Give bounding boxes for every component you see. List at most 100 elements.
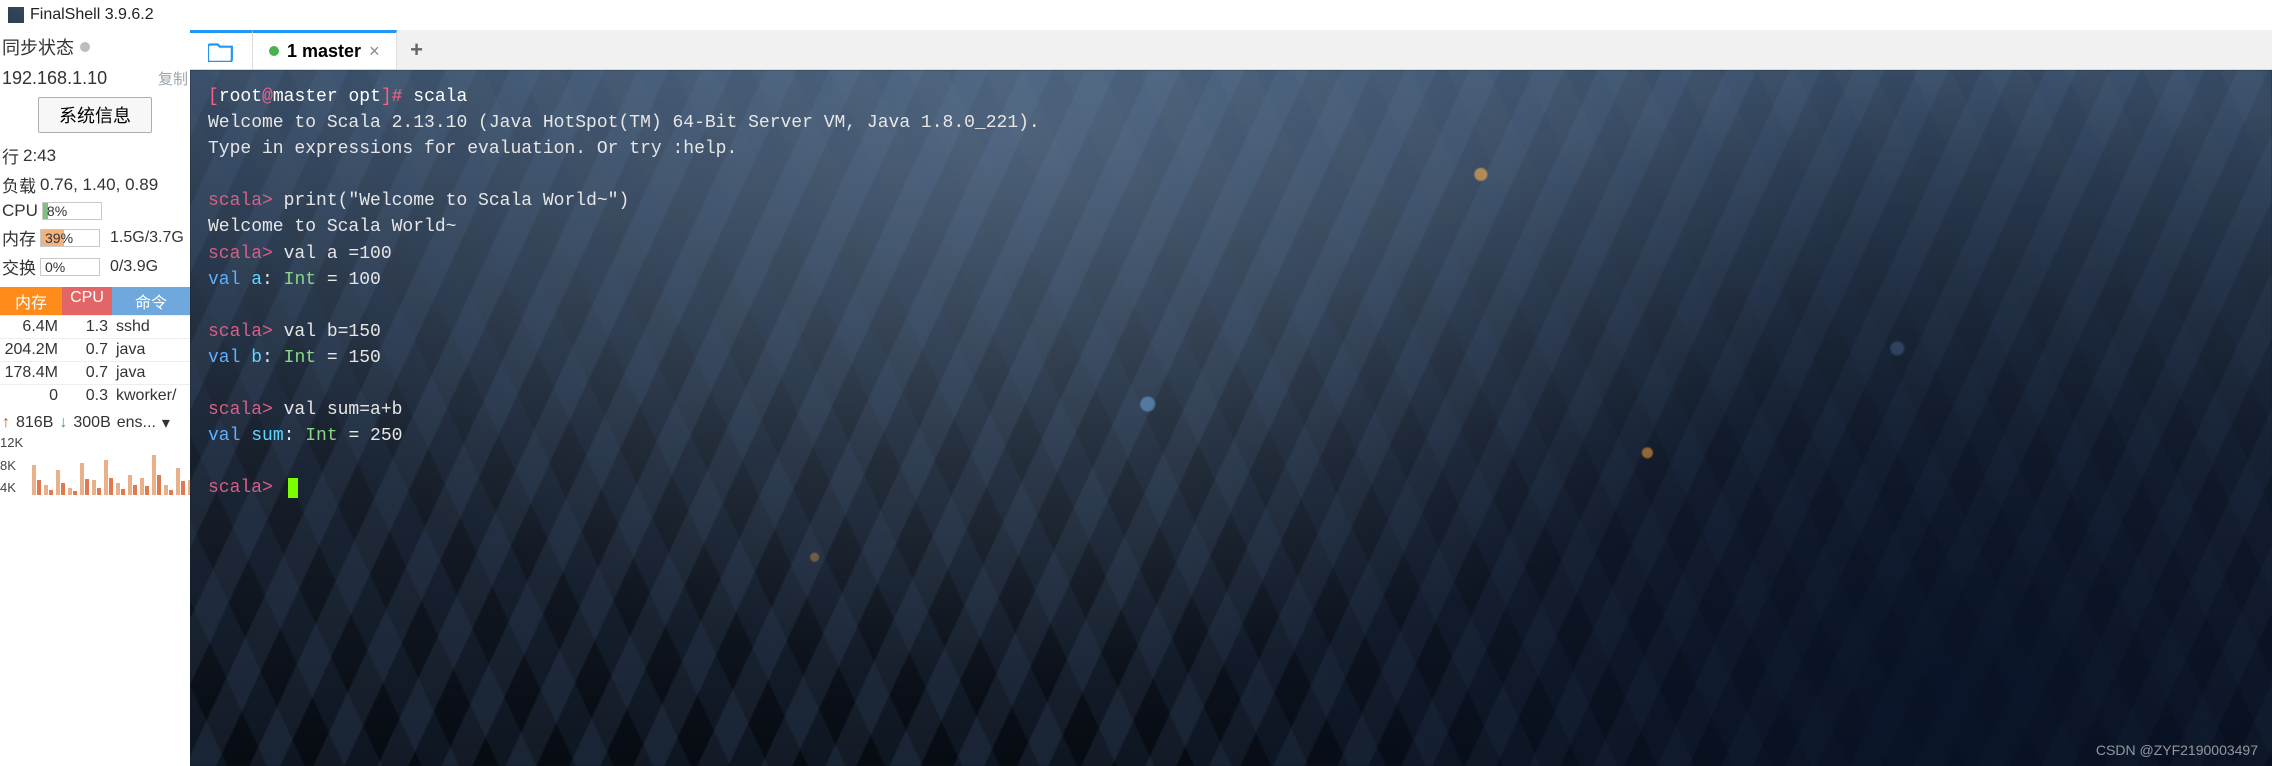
var-b: b <box>251 348 262 368</box>
sidebar: 同步状态 192.168.1.10 复制 系统信息 行 2:43 负载 0.76… <box>0 30 190 766</box>
var-a: a <box>251 270 262 290</box>
kw-val: val <box>208 270 240 290</box>
terminal[interactable]: [root@master opt]# scala Welcome to Scal… <box>190 70 2272 766</box>
val-sum-eq: = 250 <box>338 426 403 446</box>
table-row[interactable]: 00.3kworker/ <box>0 384 190 407</box>
prompt-user: root <box>219 87 262 107</box>
watermark: CSDN @ZYF2190003497 <box>2096 740 2258 760</box>
down-arrow-icon: ↓ <box>59 414 67 432</box>
load-row: 负载 0.76, 1.40, 0.89 <box>0 170 190 199</box>
repl-a-cmd: val a =100 <box>284 244 392 264</box>
terminal-content: [root@master opt]# scala Welcome to Scal… <box>208 84 2254 502</box>
swap-row: 交换 0% 0/3.9G <box>0 252 190 281</box>
net-iface[interactable]: ens... <box>117 414 156 432</box>
up-arrow-icon: ↑ <box>2 414 10 432</box>
scala-prompt: scala> <box>208 244 273 264</box>
tab-status-dot-icon <box>269 46 279 56</box>
sync-status-label: 同步状态 <box>2 34 74 60</box>
folder-button[interactable] <box>190 30 252 69</box>
cell-mem: 204.2M <box>0 339 62 361</box>
cpu-label: CPU <box>2 201 38 221</box>
sync-status-row: 同步状态 <box>0 30 190 66</box>
cell-cpu: 1.3 <box>62 316 112 338</box>
val-a-eq: = 100 <box>316 270 381 290</box>
mem-pct: 39% <box>45 230 73 246</box>
scala-prompt: scala> <box>208 191 273 211</box>
net-row: ↑816B ↓300B ens... ▾ <box>0 407 190 433</box>
cursor-icon <box>288 478 298 498</box>
col-cmd[interactable]: 命令 <box>112 287 190 315</box>
main: 同步状态 192.168.1.10 复制 系统信息 行 2:43 负载 0.76… <box>0 30 2272 766</box>
prompt-path: opt <box>348 87 380 107</box>
mem-extra: 1.5G/3.7G <box>110 229 184 247</box>
repl-print-cmd: print("Welcome to Scala World~") <box>284 191 630 211</box>
ip-row: 192.168.1.10 复制 <box>0 66 190 95</box>
kw-val: val <box>208 426 240 446</box>
scala-welcome-2: Type in expressions for evaluation. Or t… <box>208 139 737 159</box>
kw-val: val <box>208 348 240 368</box>
type-int: Int <box>284 270 316 290</box>
process-list: 6.4M1.3sshd204.2M0.7java178.4M0.7java00.… <box>0 315 190 407</box>
scala-prompt: scala> <box>208 322 273 342</box>
cpu-bar: 8% <box>42 202 102 220</box>
copy-button[interactable]: 复制 <box>158 68 188 89</box>
cell-cmd: java <box>112 362 190 384</box>
cell-cmd: java <box>112 339 190 361</box>
mem-label: 内存 <box>2 225 36 250</box>
load-label: 负载 <box>2 172 36 197</box>
swap-pct: 0% <box>45 259 65 275</box>
cpu-pct: 8% <box>47 203 67 219</box>
sync-status-dot-icon <box>80 42 90 52</box>
titlebar: FinalShell 3.9.6.2 <box>0 0 2272 30</box>
mem-bar: 39% <box>40 229 100 247</box>
table-row[interactable]: 6.4M1.3sshd <box>0 315 190 338</box>
prompt-host: master <box>273 87 338 107</box>
cell-cpu: 0.7 <box>62 362 112 384</box>
cmd-scala: scala <box>413 87 467 107</box>
col-cpu[interactable]: CPU <box>62 287 112 315</box>
col-mem[interactable]: 内存 <box>0 287 62 315</box>
sysinfo-button[interactable]: 系统信息 <box>38 97 152 133</box>
ytick: 8K <box>0 458 23 473</box>
repl-sum-cmd: val sum=a+b <box>284 400 403 420</box>
table-row[interactable]: 204.2M0.7java <box>0 338 190 361</box>
uptime-label: 行 <box>2 143 19 168</box>
cell-cpu: 0.3 <box>62 385 112 407</box>
mem-row: 内存 39% 1.5G/3.7G <box>0 223 190 252</box>
ytick: 12K <box>0 435 23 450</box>
load-value: 0.76, 1.40, 0.89 <box>40 175 158 195</box>
cell-cpu: 0.7 <box>62 339 112 361</box>
repl-b-cmd: val b=150 <box>284 322 381 342</box>
uptime-row: 行 2:43 <box>0 141 190 170</box>
right-pane: 1 master × + [root@master opt]# scala We… <box>190 30 2272 766</box>
uptime-value: 2:43 <box>23 146 56 166</box>
tab-add-button[interactable]: + <box>397 30 437 69</box>
type-int: Int <box>305 426 337 446</box>
net-up: 816B <box>16 414 53 432</box>
swap-extra: 0/3.9G <box>110 258 158 276</box>
app-icon <box>8 7 24 23</box>
app-title: FinalShell 3.9.6.2 <box>30 6 154 24</box>
tab-master[interactable]: 1 master × <box>252 30 397 69</box>
cpu-row: CPU 8% <box>0 199 190 223</box>
cell-mem: 6.4M <box>0 316 62 338</box>
folder-icon <box>208 40 234 62</box>
scala-welcome-1: Welcome to Scala 2.13.10 (Java HotSpot(T… <box>208 113 1040 133</box>
cell-cmd: kworker/ <box>112 385 190 407</box>
swap-label: 交换 <box>2 254 36 279</box>
chevron-down-icon[interactable]: ▾ <box>162 413 170 433</box>
val-b-eq: = 150 <box>316 348 381 368</box>
ip-address: 192.168.1.10 <box>2 68 107 89</box>
tab-close-button[interactable]: × <box>369 41 380 62</box>
scala-prompt: scala> <box>208 400 273 420</box>
var-sum: sum <box>251 426 283 446</box>
scala-prompt: scala> <box>208 478 273 498</box>
table-row[interactable]: 178.4M0.7java <box>0 361 190 384</box>
tabbar: 1 master × + <box>190 30 2272 70</box>
ytick: 4K <box>0 480 23 495</box>
cell-mem: 0 <box>0 385 62 407</box>
cell-mem: 178.4M <box>0 362 62 384</box>
net-chart: 12K 8K 4K <box>0 435 190 495</box>
type-int: Int <box>284 348 316 368</box>
tab-label: 1 master <box>287 41 361 62</box>
